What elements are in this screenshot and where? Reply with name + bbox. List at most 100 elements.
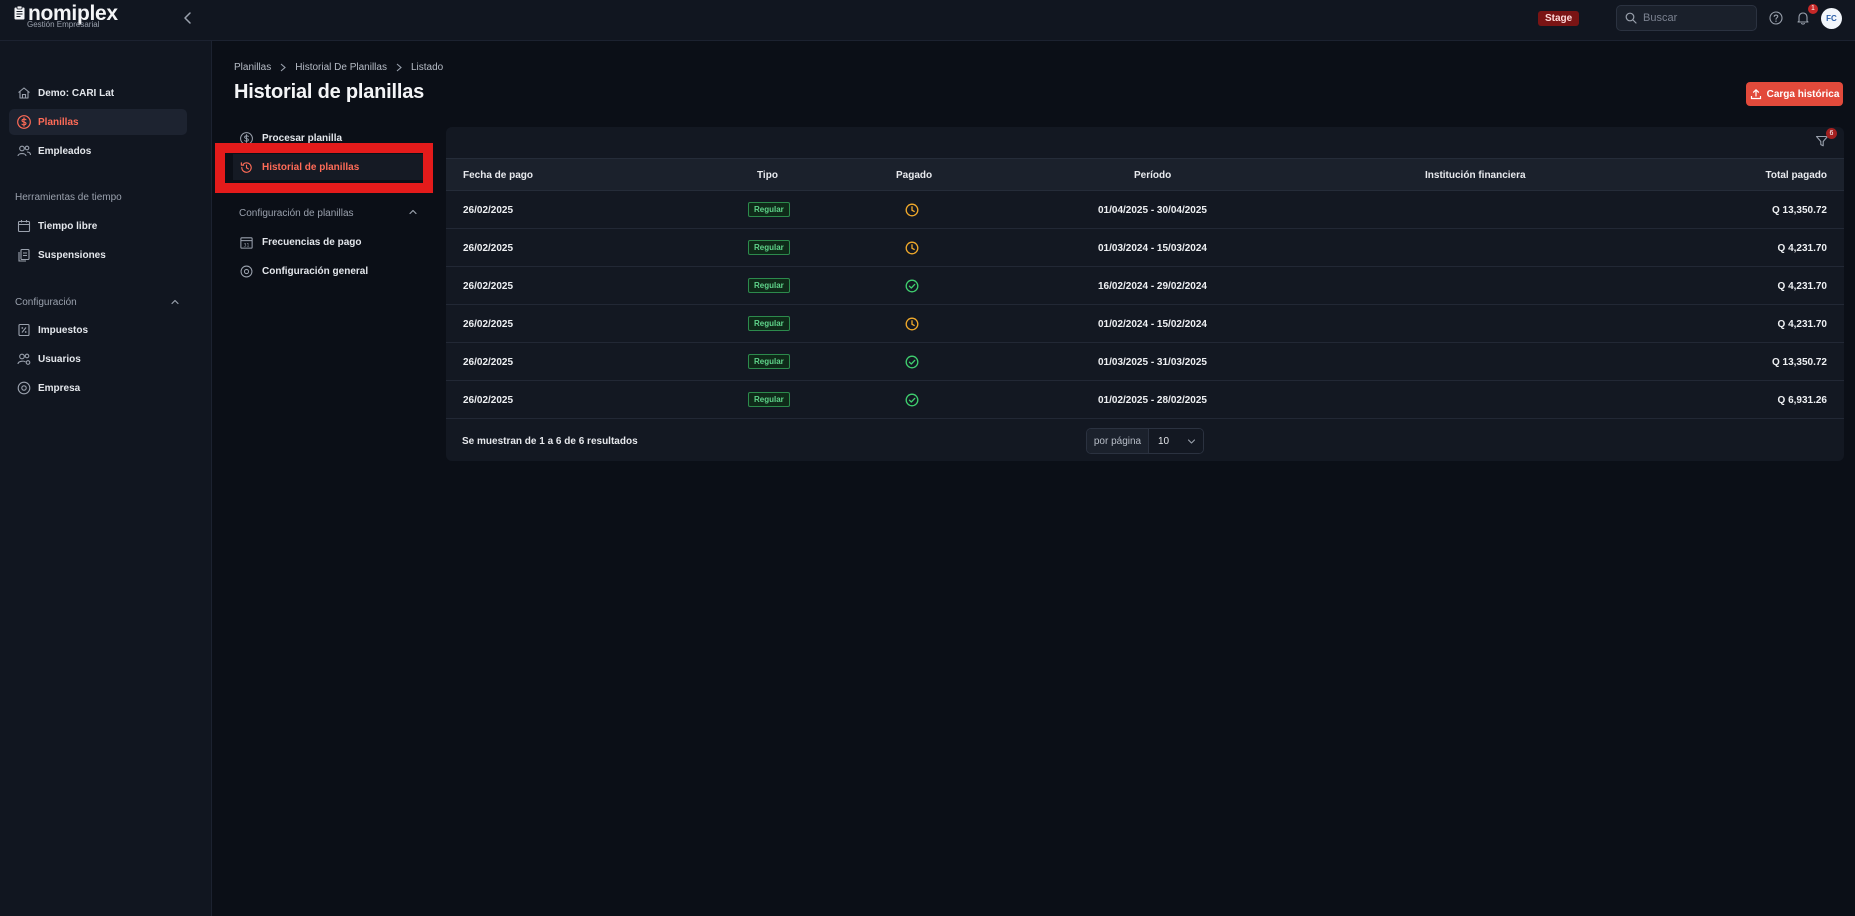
section-configuracion-de-planillas: Configuración de planillas [239, 208, 354, 219]
breadcrumb-item-planillas[interactable]: Planillas [234, 62, 271, 73]
cell-fecha: 26/02/2025 [463, 281, 514, 292]
cell-fecha: 26/02/2025 [463, 319, 514, 330]
sidebar-item-label: Demo: CARI Lat [38, 87, 115, 99]
sidebar-item-demo-cari-lat[interactable]: Demo: CARI Lat [9, 80, 187, 106]
sidebar-item-planillas[interactable]: Planillas [9, 109, 187, 135]
clock-pending-icon [905, 241, 919, 255]
subnav-item-label: Configuración general [262, 265, 369, 277]
sidebar: Demo: CARI Lat Planillas Empleados Herra… [0, 41, 212, 916]
sidebar-item-label: Tiempo libre [38, 220, 98, 232]
cell-fecha: 26/02/2025 [463, 395, 514, 406]
subnav-item-label: Frecuencias de pago [262, 236, 362, 248]
chevron-right-icon [396, 63, 402, 72]
notifications-count-badge: 1 [1808, 4, 1818, 14]
type-badge: Regular [748, 240, 790, 255]
per-page-selector[interactable]: por página 10 [1086, 428, 1204, 454]
breadcrumb-item-listado: Listado [410, 62, 444, 73]
check-circle-paid-icon [905, 393, 919, 407]
column-total-pagado[interactable]: Total pagado [1766, 170, 1827, 181]
per-page-value: 10 [1158, 435, 1170, 447]
sidebar-item-empresa[interactable]: Empresa [9, 375, 187, 401]
cell-fecha: 26/02/2025 [463, 243, 514, 254]
cell-periodo: 01/02/2025 - 28/02/2025 [1098, 395, 1207, 406]
subnav-item-label: Historial de planillas [262, 161, 360, 173]
clipboard-logo-icon [14, 6, 25, 20]
search-icon [1625, 12, 1637, 24]
sidebar-item-label: Usuarios [38, 353, 81, 365]
section-herramientas-de-tiempo: Herramientas de tiempo [15, 192, 122, 203]
chevron-up-icon[interactable] [170, 297, 180, 307]
column-tipo[interactable]: Tipo [757, 170, 778, 181]
clock-pending-icon [905, 317, 919, 331]
table-row[interactable]: 26/02/2025 Regular 01/03/2024 - 15/03/20… [446, 229, 1844, 267]
search-box[interactable] [1616, 5, 1757, 31]
check-circle-paid-icon [905, 355, 919, 369]
column-periodo[interactable]: Período [1134, 170, 1171, 181]
column-pagado[interactable]: Pagado [896, 170, 932, 181]
cell-total: Q 4,231.70 [1777, 243, 1827, 254]
table-row[interactable]: 26/02/2025 Regular 01/04/2025 - 30/04/20… [446, 191, 1844, 229]
sidebar-item-label: Suspensiones [38, 249, 106, 261]
type-badge: Regular [748, 316, 790, 331]
sidebar-item-suspensiones[interactable]: Suspensiones [9, 242, 187, 268]
subnav-historial-de-planillas[interactable]: Historial de planillas [233, 154, 423, 180]
dollar-circle-icon [17, 115, 31, 129]
sidebar-item-label: Empresa [38, 382, 81, 394]
environment-badge: Stage [1538, 11, 1580, 26]
home-icon [18, 87, 30, 99]
gear-icon [240, 265, 253, 277]
cell-total: Q 13,350.72 [1771, 205, 1827, 216]
cell-periodo: 01/03/2024 - 15/03/2024 [1098, 243, 1207, 254]
per-page-label: por página [1087, 429, 1149, 453]
table-row[interactable]: 26/02/2025 Regular 01/03/2025 - 31/03/20… [446, 343, 1844, 381]
results-summary: Se muestran de 1 a 6 de 6 resultados [462, 436, 638, 447]
breadcrumb: Planillas Historial De Planillas Listado [234, 62, 443, 73]
payroll-history-table: Fecha de pago Tipo Pagado Período Instit… [446, 127, 1844, 461]
check-circle-paid-icon [905, 279, 919, 293]
column-institucion-financiera[interactable]: Institución financiera [1425, 170, 1526, 181]
upload-icon [1750, 89, 1761, 100]
help-icon[interactable] [1769, 11, 1783, 25]
sidebar-item-usuarios[interactable]: Usuarios [9, 346, 187, 372]
subnav-configuracion-general[interactable]: Configuración general [233, 258, 423, 284]
sidebar-item-impuestos[interactable]: Impuestos [9, 317, 187, 343]
sidebar-item-label: Empleados [38, 145, 92, 157]
section-configuracion: Configuración [15, 297, 77, 308]
document-icon [18, 248, 30, 262]
history-icon [240, 161, 252, 173]
cell-total: Q 4,231.70 [1777, 281, 1827, 292]
tax-document-icon [18, 323, 30, 337]
cell-periodo: 16/02/2024 - 29/02/2024 [1098, 281, 1207, 292]
subnav-procesar-planilla[interactable]: Procesar planilla [233, 125, 423, 151]
table-row[interactable]: 26/02/2025 Regular 16/02/2024 - 29/02/20… [446, 267, 1844, 305]
type-badge: Regular [748, 202, 790, 217]
carga-historica-label: Carga histórica [1766, 88, 1840, 100]
breadcrumb-item-historial[interactable]: Historial De Planillas [295, 62, 387, 73]
cell-periodo: 01/04/2025 - 30/04/2025 [1098, 205, 1207, 216]
table-row[interactable]: 26/02/2025 Regular 01/02/2025 - 28/02/20… [446, 381, 1844, 419]
carga-historica-button[interactable]: Carga histórica [1746, 82, 1843, 106]
sidebar-item-label: Impuestos [38, 324, 89, 336]
user-avatar[interactable]: FC [1821, 8, 1842, 29]
subnav-frecuencias-de-pago[interactable]: 31 Frecuencias de pago [233, 229, 423, 255]
sidebar-item-label: Planillas [38, 116, 79, 128]
filter-count-badge: 6 [1826, 128, 1837, 139]
cell-fecha: 26/02/2025 [463, 357, 514, 368]
clock-pending-icon [905, 203, 919, 217]
sidebar-item-empleados[interactable]: Empleados [9, 138, 187, 164]
page-title: Historial de planillas [234, 81, 425, 103]
table-row[interactable]: 26/02/2025 Regular 01/02/2024 - 15/02/20… [446, 305, 1844, 343]
per-page-select[interactable]: 10 [1149, 429, 1203, 453]
type-badge: Regular [748, 392, 790, 407]
cell-total: Q 6,931.26 [1777, 395, 1827, 406]
calendar-icon [17, 220, 31, 233]
cell-periodo: 01/03/2025 - 31/03/2025 [1098, 357, 1207, 368]
svg-text:31: 31 [244, 242, 250, 248]
column-fecha-de-pago[interactable]: Fecha de pago [463, 170, 533, 181]
sidebar-item-tiempo-libre[interactable]: Tiempo libre [9, 213, 187, 239]
search-input[interactable] [1643, 12, 1753, 24]
type-badge: Regular [748, 278, 790, 293]
collapse-sidebar-chevron-left-icon[interactable] [181, 10, 195, 26]
chevron-up-icon[interactable] [408, 207, 418, 217]
users-icon [17, 145, 32, 157]
